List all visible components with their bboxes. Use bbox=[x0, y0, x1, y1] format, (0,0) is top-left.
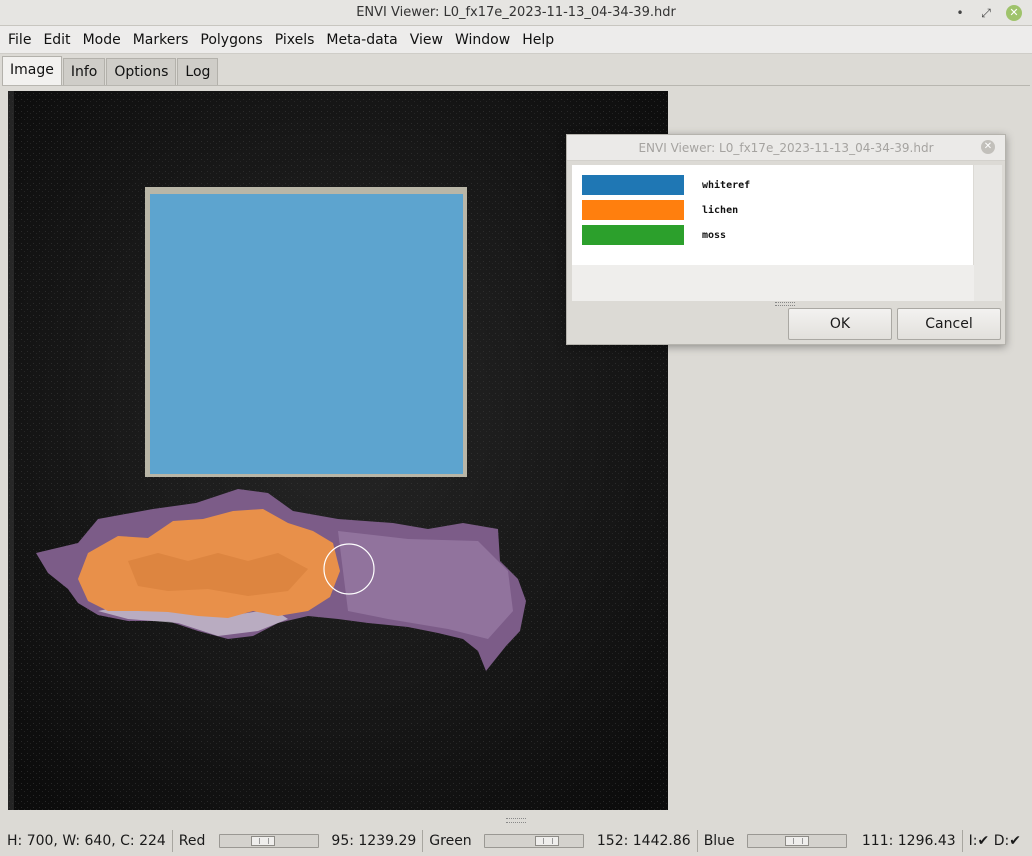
menu-help[interactable]: Help bbox=[516, 32, 560, 48]
dialog-empty-area bbox=[572, 265, 974, 301]
dialog-close-icon[interactable]: ✕ bbox=[981, 140, 995, 154]
legend-item-moss[interactable]: moss bbox=[582, 225, 726, 245]
splitter-grip[interactable] bbox=[506, 818, 526, 823]
menu-edit[interactable]: Edit bbox=[37, 32, 76, 48]
legend-swatch bbox=[582, 200, 684, 220]
tab-bar: Image Info Options Log bbox=[0, 55, 219, 85]
whiteref-overlay bbox=[150, 194, 463, 474]
tab-log[interactable]: Log bbox=[177, 58, 219, 85]
dialog-scrollbar[interactable] bbox=[974, 165, 1002, 301]
menu-file[interactable]: File bbox=[2, 32, 37, 48]
status-flags: I:✔ D:✔ bbox=[968, 832, 1021, 849]
ok-button[interactable]: OK bbox=[788, 308, 892, 340]
legend-label: whiteref bbox=[702, 179, 751, 191]
window-titlebar: ENVI Viewer: L0_fx17e_2023-11-13_04-34-3… bbox=[0, 0, 1032, 26]
cancel-button[interactable]: Cancel bbox=[897, 308, 1001, 340]
legend-dialog: ENVI Viewer: L0_fx17e_2023-11-13_04-34-3… bbox=[566, 134, 1006, 345]
tab-info[interactable]: Info bbox=[62, 58, 106, 85]
menu-polygons[interactable]: Polygons bbox=[194, 32, 268, 48]
legend-swatch bbox=[582, 175, 684, 195]
minimize-icon[interactable]: • bbox=[952, 5, 968, 21]
status-bar: H: 700, W: 640, C: 224 Red 95: 1239.29 G… bbox=[0, 825, 1032, 856]
blue-label: Blue bbox=[703, 832, 735, 849]
menu-mode[interactable]: Mode bbox=[77, 32, 127, 48]
menu-pixels[interactable]: Pixels bbox=[269, 32, 321, 48]
blue-slider-thumb[interactable] bbox=[784, 835, 809, 846]
green-value: 152: 1442.86 bbox=[596, 832, 691, 849]
tab-image[interactable]: Image bbox=[2, 56, 62, 85]
legend-item-whiteref[interactable]: whiteref bbox=[582, 175, 750, 195]
tab-options[interactable]: Options bbox=[106, 58, 177, 85]
legend-label: lichen bbox=[702, 204, 739, 216]
red-value: 95: 1239.29 bbox=[331, 832, 417, 849]
legend-item-lichen[interactable]: lichen bbox=[582, 200, 738, 220]
legend-swatch bbox=[582, 225, 684, 245]
red-slider[interactable] bbox=[219, 833, 320, 848]
menu-view[interactable]: View bbox=[404, 32, 449, 48]
image-dimensions: H: 700, W: 640, C: 224 bbox=[7, 832, 166, 849]
legend-label: moss bbox=[702, 229, 727, 241]
legend-list: whiteref lichen moss bbox=[572, 165, 973, 265]
blue-value: 111: 1296.43 bbox=[861, 832, 956, 849]
dialog-title: ENVI Viewer: L0_fx17e_2023-11-13_04-34-3… bbox=[567, 135, 1005, 161]
red-slider-thumb[interactable] bbox=[251, 835, 276, 846]
menubar: File Edit Mode Markers Polygons Pixels M… bbox=[0, 26, 1032, 54]
green-slider[interactable] bbox=[483, 833, 584, 848]
menu-markers[interactable]: Markers bbox=[127, 32, 195, 48]
window-title: ENVI Viewer: L0_fx17e_2023-11-13_04-34-3… bbox=[356, 5, 676, 20]
blue-slider[interactable] bbox=[746, 833, 847, 848]
red-label: Red bbox=[178, 832, 206, 849]
close-icon[interactable]: ✕ bbox=[1006, 5, 1022, 21]
dialog-resize-grip[interactable] bbox=[775, 302, 795, 306]
menu-window[interactable]: Window bbox=[449, 32, 516, 48]
menu-meta-data[interactable]: Meta-data bbox=[320, 32, 403, 48]
green-slider-thumb[interactable] bbox=[534, 835, 559, 846]
green-label: Green bbox=[429, 832, 472, 849]
maximize-icon[interactable]: ⤢ bbox=[978, 5, 994, 21]
